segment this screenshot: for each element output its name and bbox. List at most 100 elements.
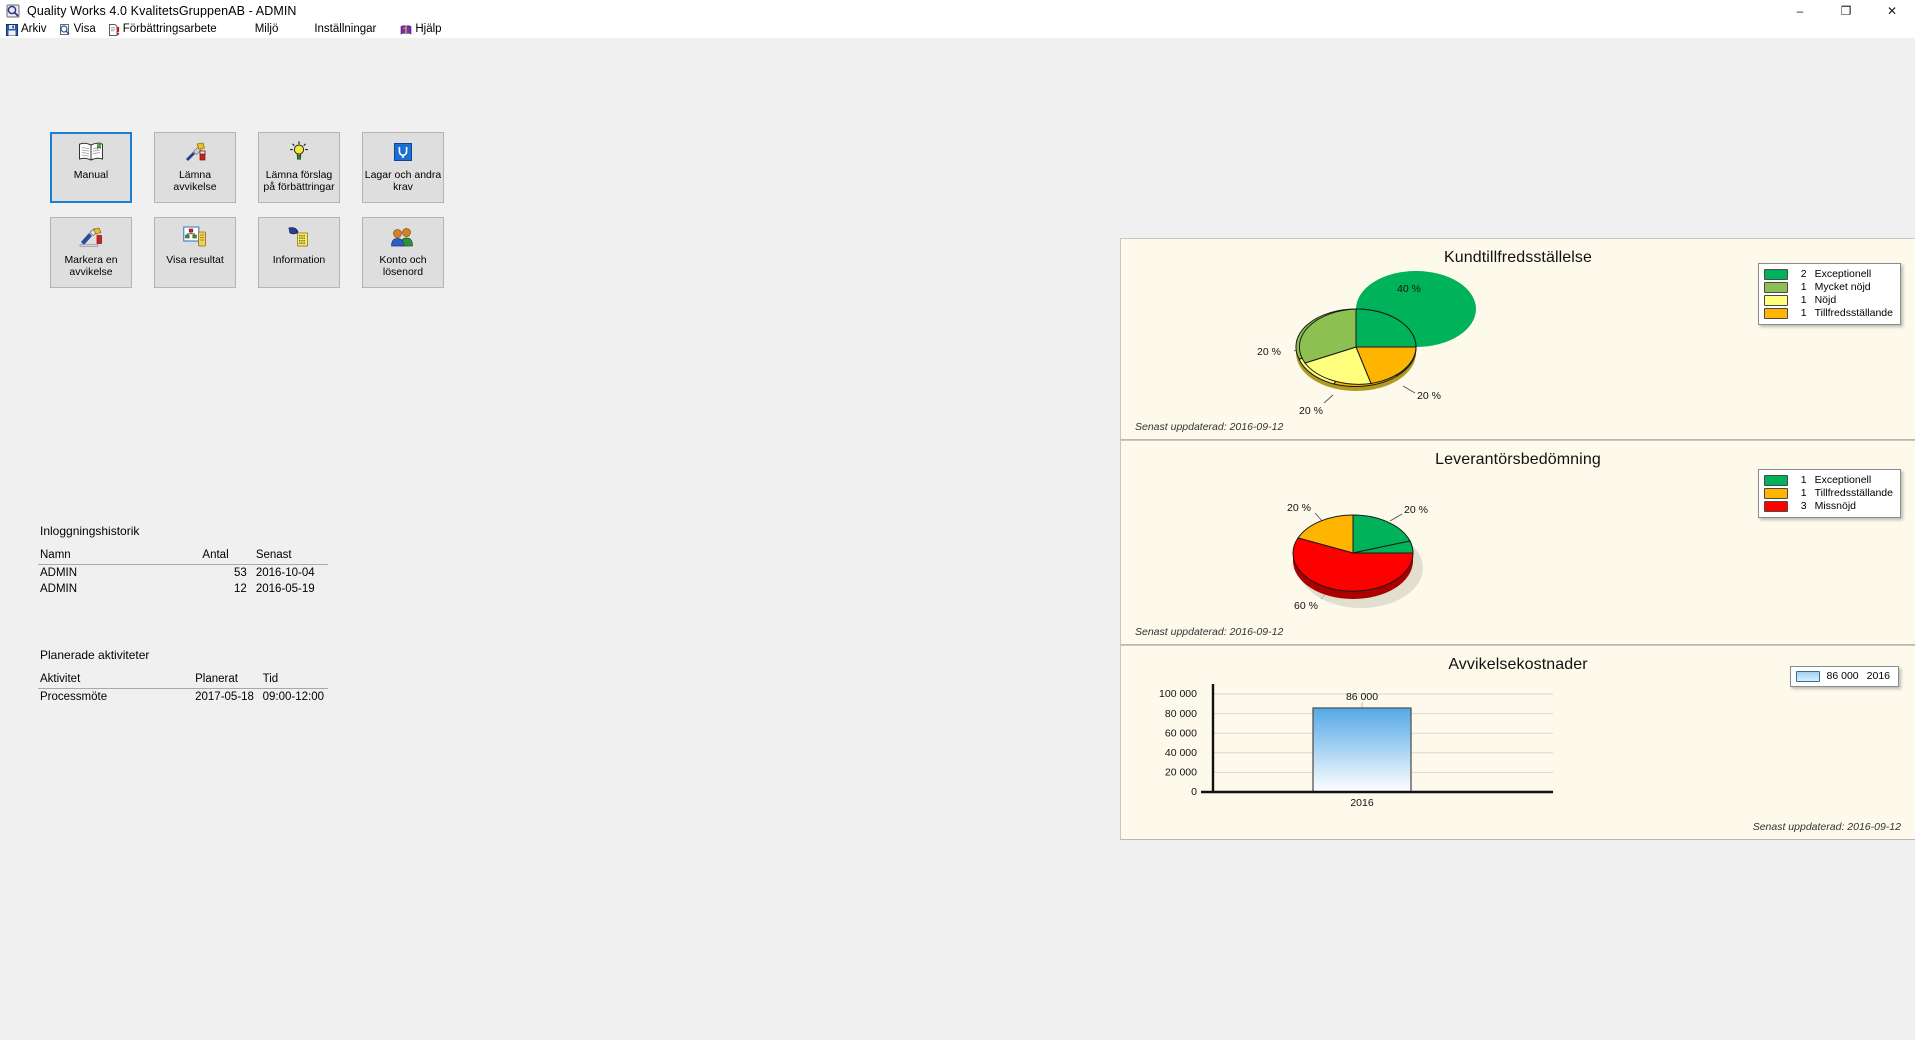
preview-icon — [59, 23, 71, 36]
panel-supplier-assessment: Leverantörsbedömning 20 % 20 % 60 % 1 Ex… — [1120, 440, 1915, 645]
ytick-100000: 100 000 — [1159, 688, 1197, 700]
pie-label-60: 60 % — [1294, 600, 1318, 612]
results-icon — [182, 225, 208, 249]
menu-item-hjalp[interactable]: Hjälp — [394, 21, 447, 38]
legend-row: 86 000 2016 — [1795, 670, 1890, 683]
document-alert-icon — [108, 23, 120, 36]
cell-aktivitet: Processmöte — [40, 691, 108, 703]
table-header-row: Namn Antal Senast — [38, 547, 328, 565]
legend-swatch-2016 — [1795, 671, 1820, 682]
cell-senast: 2016-10-04 — [255, 567, 315, 579]
cell-namn: ADMIN — [40, 567, 78, 579]
window-controls: – ❐ ✕ — [1777, 0, 1915, 21]
label-line-1: Lämna — [178, 169, 212, 181]
legend-count: 1 — [1800, 474, 1807, 486]
legend-label: Tillfredsställande — [1814, 307, 1893, 319]
table-row[interactable]: ADMIN 53 2016-10-04 — [38, 565, 328, 582]
panel-customer-satisfaction: Kundtillfredsställelse 40 % 20 % 20 % 20… — [1120, 238, 1915, 440]
supplier-assessment-updated: Senast uppdaterad: 2016-09-12 — [1135, 626, 1284, 638]
menu-label-miljo: Miljö — [254, 23, 279, 35]
visa-resultat-label: Visa resultat — [166, 254, 224, 266]
label-line-1: Lämna förslag — [265, 169, 333, 181]
menu-item-miljo[interactable]: Miljö — [249, 21, 285, 38]
ytick-60000: 60 000 — [1165, 728, 1197, 740]
col-antal: Antal — [200, 547, 251, 565]
manual-button[interactable]: Manual — [50, 132, 132, 203]
lamna-avvikelse-button[interactable]: Lämna avvikelse — [154, 132, 236, 203]
ytick-80000: 80 000 — [1165, 708, 1197, 720]
menu-item-visa[interactable]: Visa — [53, 21, 102, 38]
ytick-0: 0 — [1191, 786, 1197, 798]
login-history-table: Namn Antal Senast ADMIN 53 2016-10-04 AD… — [38, 547, 328, 597]
window-title: Quality Works 4.0 KvalitetsGruppenAB - A… — [27, 3, 297, 18]
deviation-costs-updated: Senast uppdaterad: 2016-09-12 — [1752, 821, 1901, 833]
menu-label-hjalp: Hjälp — [415, 23, 442, 35]
pie-label-20-topright: 20 % — [1404, 504, 1428, 516]
legend-count: 1 — [1800, 307, 1807, 319]
col-aktivitet: Aktivitet — [38, 671, 194, 689]
lagar-krav-button[interactable]: Lagar och andra krav — [362, 132, 444, 203]
customer-satisfaction-pie: 40 % 20 % 20 % 20 % — [1191, 269, 1521, 427]
label-line-1: Konto och — [379, 254, 427, 266]
shortcut-row-1: Manual Lämna avvikelse Lämna förslag på … — [50, 132, 448, 203]
legend-series: 2016 — [1866, 670, 1890, 682]
customer-satisfaction-legend: 2 Exceptionell 1 Mycket nöjd 1 Nöjd 1 Ti… — [1757, 263, 1901, 325]
open-book-icon — [78, 140, 104, 164]
deviation-costs-legend: 86 000 2016 — [1789, 666, 1899, 687]
cell-tid: 09:00-12:00 — [262, 691, 324, 703]
minimize-button[interactable]: – — [1777, 0, 1823, 21]
maximize-button[interactable]: ❐ — [1823, 0, 1869, 21]
save-icon — [6, 23, 18, 36]
legend-label: Tillfredsställande — [1814, 487, 1893, 499]
blue-law-icon — [390, 140, 416, 164]
cell-namn: ADMIN — [40, 583, 78, 595]
information-button[interactable]: Information — [258, 217, 340, 288]
lightbulb-icon — [286, 140, 312, 164]
legend-row: 1 Mycket nöjd — [1763, 281, 1893, 294]
cell-senast: 2016-05-19 — [255, 583, 315, 595]
table-row[interactable]: Processmöte 2017-05-18 09:00-12:00 — [38, 689, 328, 706]
users-icon — [390, 225, 416, 249]
dashboard-panels: Kundtillfredsställelse 40 % 20 % 20 % 20… — [1120, 238, 1915, 840]
menu-bar: Arkiv Visa Förbättringsarbete Miljö Inst… — [0, 21, 1915, 38]
markera-avvikelse-button[interactable]: Markera en avvikelse — [50, 217, 132, 288]
menu-item-arkiv[interactable]: Arkiv — [0, 21, 53, 38]
main-work-area: Manual Lämna avvikelse Lämna förslag på … — [0, 38, 1915, 1040]
supplier-assessment-legend: 1 Exceptionell 1 Tillfredsställande 3 Mi… — [1757, 469, 1901, 518]
legend-swatch-exceptionell — [1763, 269, 1788, 280]
legend-swatch-missnojd — [1763, 501, 1788, 512]
help-book-icon — [400, 24, 412, 36]
lamna-forslag-button[interactable]: Lämna förslag på förbättringar — [258, 132, 340, 203]
deviation-costs-chart: 100 000 80 000 60 000 40 000 20 000 0 86… — [1135, 676, 1625, 809]
menu-item-forbattringsarbete[interactable]: Förbättringsarbete — [102, 21, 223, 38]
menu-label-visa: Visa — [73, 23, 96, 35]
konto-losenord-button[interactable]: Konto och lösenord — [362, 217, 444, 288]
legend-row: 1 Tillfredsställande — [1763, 487, 1893, 500]
legend-label: Exceptionell — [1814, 474, 1872, 486]
menu-label-forbattringsarbete: Förbättringsarbete — [122, 23, 217, 35]
bar-data-label: 86 000 — [1346, 691, 1378, 703]
close-button[interactable]: ✕ — [1869, 0, 1915, 21]
label-line-2: avvikelse — [69, 266, 113, 278]
label-line-2: avvikelse — [173, 181, 217, 193]
cell-antal: 53 — [234, 567, 247, 579]
pie-label-20-left: 20 % — [1257, 346, 1281, 358]
login-history-block: Inloggningshistorik Namn Antal Senast AD… — [38, 524, 328, 597]
planned-activities-title: Planerade aktiviteter — [40, 648, 150, 662]
pie-label-20-topleft: 20 % — [1287, 502, 1311, 514]
konto-losenord-label: Konto och lösenord — [364, 254, 442, 278]
legend-swatch-nojd — [1763, 295, 1788, 306]
label-line-2: krav — [393, 181, 413, 193]
lamna-avvikelse-label: Lämna avvikelse — [156, 169, 234, 193]
legend-swatch-tillfredsstallande — [1763, 308, 1788, 319]
deviation-icon — [182, 140, 208, 164]
cell-planerat: 2017-05-18 — [195, 691, 254, 703]
legend-label: Exceptionell — [1814, 268, 1872, 280]
visa-resultat-button[interactable]: Visa resultat — [154, 217, 236, 288]
legend-row: 1 Nöjd — [1763, 294, 1893, 307]
table-row[interactable]: ADMIN 12 2016-05-19 — [38, 581, 328, 597]
legend-row: 3 Missnöjd — [1763, 500, 1893, 513]
menu-item-installningar[interactable]: Inställningar — [308, 21, 382, 38]
legend-count: 1 — [1800, 281, 1807, 293]
shortcut-button-grid: Manual Lämna avvikelse Lämna förslag på … — [50, 132, 448, 288]
